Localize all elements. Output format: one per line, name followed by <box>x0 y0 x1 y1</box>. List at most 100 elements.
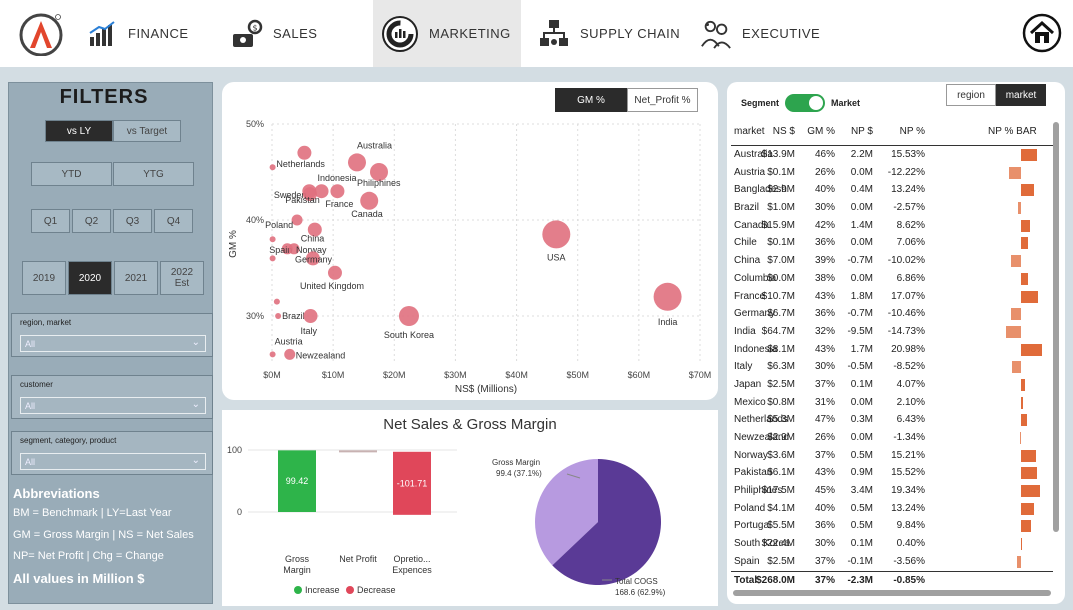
nav-marketing[interactable]: MARKETING <box>373 0 521 67</box>
horizontal-scrollbar[interactable] <box>733 590 1051 596</box>
table-row[interactable]: Mexico $0.8M 31% 0.0M 2.10% <box>731 394 1053 412</box>
col-np-pct-bar[interactable]: NP % BAR <box>988 126 1037 137</box>
abbreviation-line: BM = Benchmark | LY=Last Year <box>13 507 172 519</box>
table-row[interactable]: France $10.7M 43% 1.8M 17.07% <box>731 288 1053 306</box>
table-row[interactable]: Canada $15.9M 42% 1.4M 8.62% <box>731 217 1053 235</box>
nav-finance[interactable]: FINANCE <box>86 0 189 67</box>
table-row[interactable]: Newzealand $2.9M 26% 0.0M -1.34% <box>731 429 1053 447</box>
table-row[interactable]: Portugal $5.5M 36% 0.5M 9.84% <box>731 517 1053 535</box>
col-market[interactable]: market <box>734 126 765 137</box>
table-row[interactable]: Bangladesh $2.9M 40% 0.4M 13.24% <box>731 181 1053 199</box>
table-row[interactable]: Italy $6.3M 30% -0.5M -8.52% <box>731 358 1053 376</box>
table-row[interactable]: Brazil $1.0M 30% 0.0M -2.57% <box>731 199 1053 217</box>
home-icon[interactable] <box>1022 13 1062 53</box>
region-market-label: region, market <box>20 318 72 327</box>
q1-button[interactable]: Q1 <box>31 209 70 233</box>
table-row[interactable]: Germany $6.7M 36% -0.7M -10.46% <box>731 305 1053 323</box>
logo-a-icon[interactable] <box>18 12 64 56</box>
segment-market-switch[interactable] <box>785 94 826 112</box>
vertical-scrollbar[interactable] <box>1053 122 1059 564</box>
np-pct-bar <box>1021 343 1042 356</box>
table-row[interactable]: Pakistan $6.1M 43% 0.9M 15.52% <box>731 464 1053 482</box>
row-np: 1.8M <box>850 290 873 302</box>
nav-sales[interactable]: $ SALES <box>231 0 317 67</box>
segment-label: Segment <box>741 98 780 108</box>
year-2022-est-button[interactable]: 2022 Est <box>160 261 204 295</box>
q2-button[interactable]: Q2 <box>72 209 111 233</box>
table-row[interactable]: Norway $3.6M 37% 0.5M 15.21% <box>731 447 1053 465</box>
segment-category-product-select[interactable]: All ⌄ <box>20 453 206 470</box>
legend-label: Decrease <box>357 585 396 595</box>
scatter-point[interactable] <box>542 220 571 249</box>
np-pct-bar <box>1019 432 1021 444</box>
year-2020-button[interactable]: 2020 <box>68 261 112 295</box>
scatter-point[interactable] <box>398 306 419 326</box>
q4-button[interactable]: Q4 <box>154 209 193 233</box>
row-ns: $2.9M <box>767 432 795 443</box>
table-row[interactable]: Spain $2.5M 37% -0.1M -3.56% <box>731 553 1053 571</box>
scatter-point[interactable] <box>269 236 276 243</box>
table-row[interactable]: South Korea $22.4M 30% 0.1M 0.40% <box>731 535 1053 553</box>
region-view-button[interactable]: region <box>946 84 996 106</box>
table-row[interactable]: Chile $0.1M 36% 0.0M 7.06% <box>731 234 1053 252</box>
col-ns[interactable]: NS $ <box>773 126 795 137</box>
year-2019-button[interactable]: 2019 <box>22 261 66 295</box>
scatter-point[interactable] <box>291 214 303 226</box>
table-row[interactable]: Poland $4.1M 40% 0.5M 13.24% <box>731 500 1053 518</box>
year-2021-button[interactable]: 2021 <box>114 261 158 295</box>
row-gm: 40% <box>814 184 835 196</box>
scatter-point[interactable] <box>269 164 276 171</box>
table-row[interactable]: Philiphines $17.5M 45% 3.4M 19.34% <box>731 482 1053 500</box>
scrollbar-thumb[interactable] <box>1053 122 1059 532</box>
row-np-pct: -3.56% <box>893 555 925 567</box>
scatter-point[interactable] <box>297 145 312 160</box>
scatter-point[interactable] <box>275 313 282 319</box>
ytd-button[interactable]: YTD <box>31 162 112 186</box>
q3-button[interactable]: Q3 <box>113 209 152 233</box>
x-axis-label: NS$ (Millions) <box>455 384 517 395</box>
table-row[interactable]: Columbia $0.0M 38% 0.0M 6.86% <box>731 270 1053 288</box>
scatter-point[interactable] <box>653 282 682 311</box>
row-gm: 30% <box>814 361 835 373</box>
region-market-select[interactable]: All ⌄ <box>20 335 206 352</box>
col-np-pct[interactable]: NP % <box>900 126 925 137</box>
row-gm: 40% <box>814 502 835 514</box>
table-row[interactable]: Indonesia $8.1M 43% 1.7M 20.98% <box>731 341 1053 359</box>
table-row[interactable]: India $64.7M 32% -9.5M -14.73% <box>731 323 1053 341</box>
customer-value: All <box>25 400 36 411</box>
scatter-point[interactable] <box>360 191 379 210</box>
scatter-point[interactable] <box>327 265 342 280</box>
waterfall-bar[interactable] <box>339 450 377 453</box>
col-gm[interactable]: GM % <box>807 126 835 137</box>
scatter-point[interactable] <box>269 255 276 262</box>
scatter-point[interactable] <box>303 309 318 323</box>
scatter-point[interactable] <box>330 184 345 199</box>
table-row[interactable]: Austria $0.1M 26% 0.0M -12.22% <box>731 164 1053 182</box>
scatter-point[interactable] <box>269 351 276 358</box>
table-row[interactable]: Netherlands $5.3M 47% 0.3M 6.43% <box>731 411 1053 429</box>
x-tick-label: $30M <box>444 370 467 380</box>
row-np-pct: 15.53% <box>891 149 925 160</box>
row-market: Japan <box>734 378 762 390</box>
scatter-point[interactable] <box>347 153 366 172</box>
table-row[interactable]: China $7.0M 39% -0.7M -10.02% <box>731 252 1053 270</box>
np-pct-bar <box>1021 219 1030 232</box>
market-view-button[interactable]: market <box>996 84 1046 106</box>
scatter-point[interactable] <box>284 348 296 360</box>
vs-ly-button[interactable]: vs LY <box>45 120 113 142</box>
top-nav-bar: FINANCE $ SALES MARKETING SUPPLY CHAIN E… <box>0 0 1073 67</box>
supply-chain-icon <box>538 18 570 50</box>
nav-executive[interactable]: EXECUTIVE <box>700 0 820 67</box>
row-ns: $6.1M <box>767 467 795 479</box>
scatter-point[interactable] <box>273 298 280 305</box>
row-ns: $7.0M <box>767 255 795 267</box>
market-table-card: Segment Market region market market NS $… <box>727 82 1065 604</box>
table-row[interactable]: Japan $2.5M 37% 0.1M 4.07% <box>731 376 1053 394</box>
customer-select[interactable]: All ⌄ <box>20 397 206 414</box>
nav-supply-chain[interactable]: SUPPLY CHAIN <box>538 0 680 67</box>
ytg-button[interactable]: YTG <box>113 162 194 186</box>
table-row[interactable]: Australia $13.9M 46% 2.2M 15.53% <box>731 146 1053 164</box>
col-np[interactable]: NP $ <box>851 126 873 137</box>
row-ns: $22.4M <box>761 538 795 550</box>
vs-target-button[interactable]: vs Target <box>113 120 181 142</box>
